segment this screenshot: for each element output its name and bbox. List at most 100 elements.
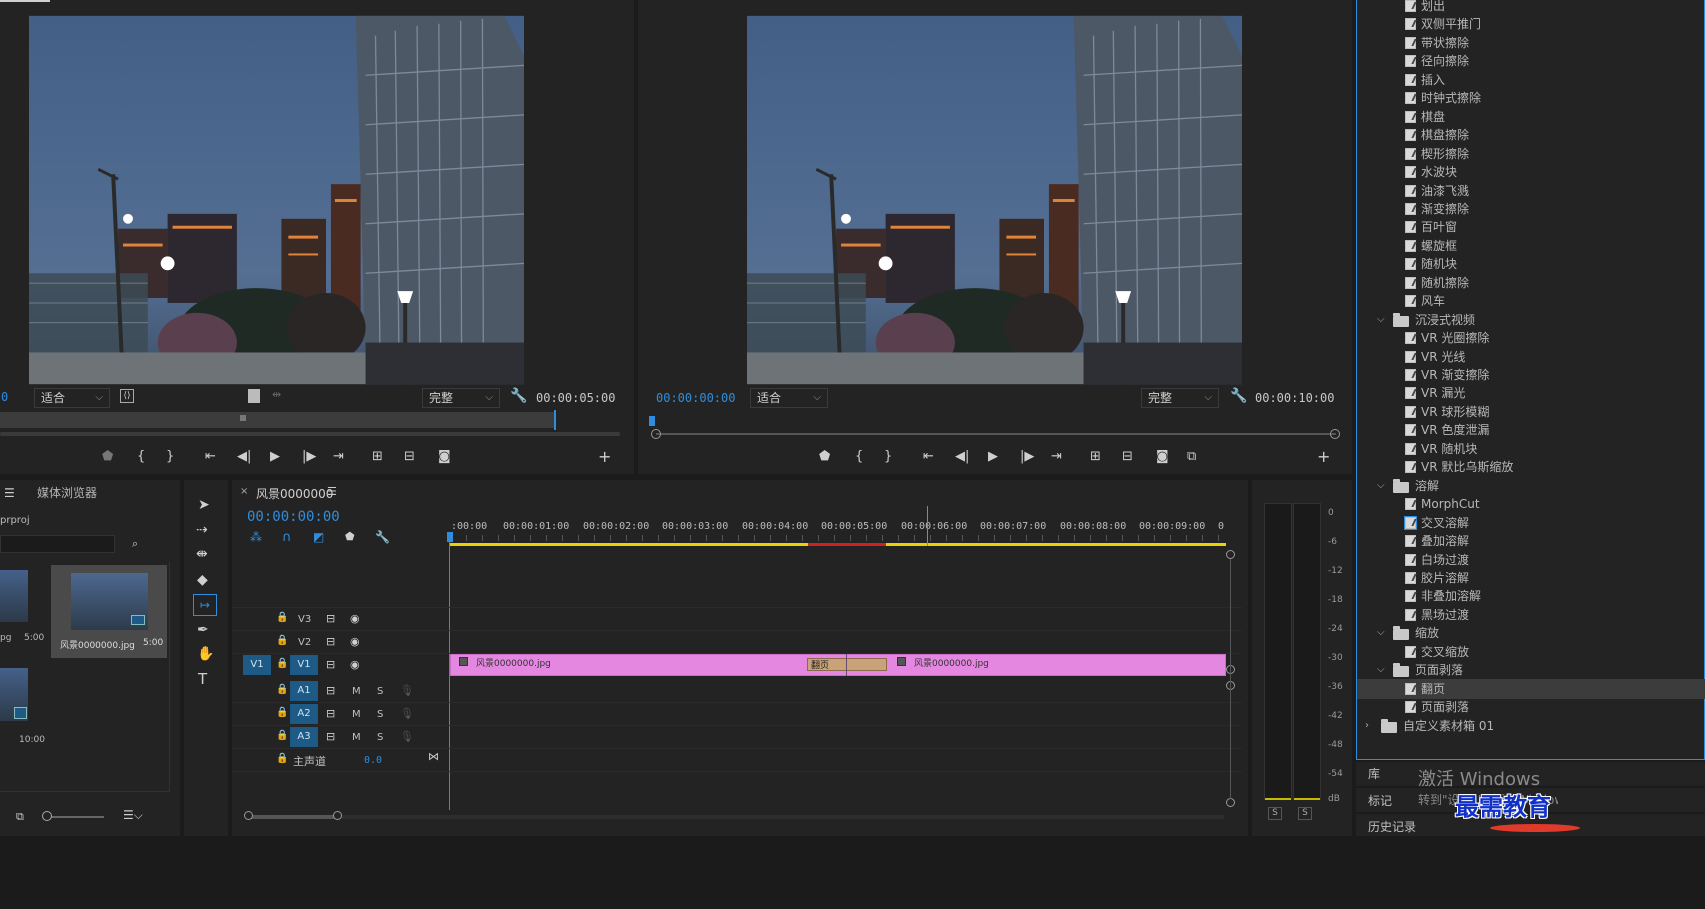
timeline-hscroll-thumb[interactable]	[248, 815, 338, 819]
sort-icon[interactable]: ☰⌵	[123, 808, 143, 823]
sequence-tab[interactable]: 风景0000000	[256, 485, 333, 502]
find-icon[interactable]: ⌕	[132, 537, 138, 551]
wrench-icon[interactable]: 🔧	[1230, 388, 1247, 404]
lock-icon[interactable]: 🔒	[276, 707, 288, 718]
effect-item[interactable]: MorphCut	[1357, 494, 1705, 514]
solo-right-button[interactable]: S	[1298, 807, 1312, 820]
source-quality-select[interactable]: 完整 ⌵	[422, 388, 500, 408]
source-patch-v1[interactable]: V1	[243, 655, 271, 675]
lock-icon[interactable]: 🔒	[276, 753, 288, 764]
effect-item[interactable]: 非叠加溶解	[1357, 586, 1705, 606]
effect-item[interactable]: 黑场过渡	[1357, 605, 1705, 625]
panel-menu-icon[interactable]: ☰	[4, 486, 15, 500]
effect-item[interactable]: 胶片溶解	[1357, 568, 1705, 588]
zoom-slider-handle[interactable]	[42, 811, 52, 821]
tab-library[interactable]: 库	[1368, 765, 1380, 782]
list-view-icon[interactable]: ⧉	[16, 810, 24, 824]
effects-folder[interactable]: ⌵ 缩放	[1357, 623, 1705, 643]
chevron-right-icon[interactable]: ›	[1365, 716, 1369, 736]
timeline-vscroll-top[interactable]	[1226, 550, 1235, 559]
program-quality-select[interactable]: 完整 ⌵	[1141, 388, 1219, 408]
bowtie-icon[interactable]: ⋈	[428, 750, 439, 763]
play-button[interactable]: ▶	[270, 449, 280, 465]
master-volume[interactable]: 0.0	[364, 755, 382, 766]
effect-item[interactable]: 插入	[1357, 70, 1705, 90]
add-button[interactable]: +	[1317, 449, 1330, 465]
effect-item[interactable]: 风车	[1357, 291, 1705, 311]
mute-button[interactable]: M	[352, 732, 361, 743]
eye-icon[interactable]: ◉	[350, 658, 360, 671]
chevron-down-icon[interactable]: ⌵	[1377, 310, 1385, 330]
effect-item[interactable]: VR 随机块	[1357, 439, 1705, 459]
effect-item[interactable]: VR 默比乌斯缩放	[1357, 457, 1705, 477]
effect-item[interactable]: 螺旋框	[1357, 236, 1705, 256]
sync-lock-icon[interactable]: ⊟	[326, 707, 335, 720]
mark-out-button[interactable]: }	[884, 449, 892, 465]
solo-button[interactable]: S	[377, 732, 383, 743]
chevron-down-icon[interactable]: ⌵	[1377, 476, 1385, 496]
effect-item[interactable]: 叠加溶解	[1357, 531, 1705, 551]
lock-icon[interactable]: 🔒	[276, 635, 288, 646]
source-out-point[interactable]	[554, 410, 556, 430]
add-marker-button[interactable]: ⬟	[819, 449, 830, 465]
step-forward-button[interactable]: |▶	[302, 449, 316, 465]
effect-item[interactable]: 双侧平推门	[1357, 14, 1705, 34]
mark-out-button[interactable]: }	[166, 449, 174, 465]
chevron-down-icon[interactable]: ⌵	[1377, 660, 1385, 680]
lock-icon[interactable]: 🔒	[276, 684, 288, 695]
tab-markers[interactable]: 标记	[1368, 792, 1392, 809]
effect-item[interactable]: 随机块	[1357, 254, 1705, 274]
selection-tool-icon[interactable]: ➤	[198, 497, 210, 513]
track-target-v1[interactable]: V1	[290, 655, 318, 675]
sync-lock-icon[interactable]: ⊟	[326, 612, 335, 625]
step-back-button[interactable]: ◀|	[955, 449, 969, 465]
hand-tool-icon[interactable]: ✋	[197, 646, 214, 662]
effects-folder[interactable]: › 自定义素材箱 01	[1357, 716, 1705, 736]
eye-icon[interactable]: ◉	[350, 635, 360, 648]
source-zoom-select[interactable]: 适合 ⌵	[34, 388, 110, 408]
tab-media-browser[interactable]: 媒体浏览器	[37, 484, 97, 501]
track-target-a2[interactable]: A2	[290, 704, 318, 724]
go-to-out-button[interactable]: ⇥	[333, 449, 344, 465]
effect-item[interactable]: 时钟式擦除	[1357, 88, 1705, 108]
timeline-hscroll-track[interactable]	[248, 815, 1224, 819]
effect-item[interactable]: 水波块	[1357, 162, 1705, 182]
slip-tool-icon[interactable]: ↦	[193, 594, 217, 616]
sync-lock-icon[interactable]: ⊟	[326, 658, 335, 671]
effect-item[interactable]: VR 光线	[1357, 347, 1705, 367]
effect-item[interactable]: 渐变擦除	[1357, 199, 1705, 219]
timeline-settings-icon[interactable]: 🔧	[375, 530, 390, 544]
go-to-out-button[interactable]: ⇥	[1051, 449, 1062, 465]
linked-select-icon[interactable]: ◩	[313, 530, 324, 544]
camera-icon[interactable]: ◙	[1156, 449, 1169, 465]
effect-item[interactable]: 交叉缩放	[1357, 642, 1705, 662]
timeline-timecode[interactable]: 00:00:00:00	[247, 509, 340, 525]
search-input[interactable]	[0, 535, 115, 553]
camera-icon[interactable]: ◙	[438, 449, 451, 465]
timeline-hscroll-right[interactable]	[333, 811, 342, 820]
sync-lock-icon[interactable]: ⊟	[326, 635, 335, 648]
chevron-down-icon[interactable]: ⌵	[1377, 623, 1385, 643]
insert-button[interactable]: ⊞	[372, 449, 383, 465]
solo-left-button[interactable]: S	[1268, 807, 1282, 820]
timeline-hscroll-left[interactable]	[244, 811, 253, 820]
program-timeline-bar[interactable]	[656, 433, 1336, 435]
effect-item[interactable]: 白场过渡	[1357, 550, 1705, 570]
overlay-icon[interactable]: ⇹	[272, 388, 281, 401]
effects-folder[interactable]: ⌵ 溶解	[1357, 476, 1705, 496]
step-forward-button[interactable]: |▶	[1020, 449, 1034, 465]
effect-item[interactable]: 楔形擦除	[1357, 144, 1705, 164]
effect-item[interactable]: 棋盘擦除	[1357, 125, 1705, 145]
microphone-icon[interactable]: 🎙	[400, 684, 414, 697]
mute-button[interactable]: M	[352, 709, 361, 720]
add-button[interactable]: +	[598, 449, 611, 465]
tab-menu-icon[interactable]: ☰	[327, 485, 337, 498]
lift-button[interactable]: ⊞	[1090, 449, 1101, 465]
solo-button[interactable]: S	[377, 709, 383, 720]
effect-item[interactable]: VR 渐变擦除	[1357, 365, 1705, 385]
go-to-in-button[interactable]: ⇤	[205, 449, 216, 465]
effect-item[interactable]: VR 光圈擦除	[1357, 328, 1705, 348]
timeline-vscroll-track[interactable]	[1230, 559, 1231, 799]
effect-item[interactable]: VR 漏光	[1357, 383, 1705, 403]
source-playhead-marker[interactable]	[240, 415, 246, 421]
